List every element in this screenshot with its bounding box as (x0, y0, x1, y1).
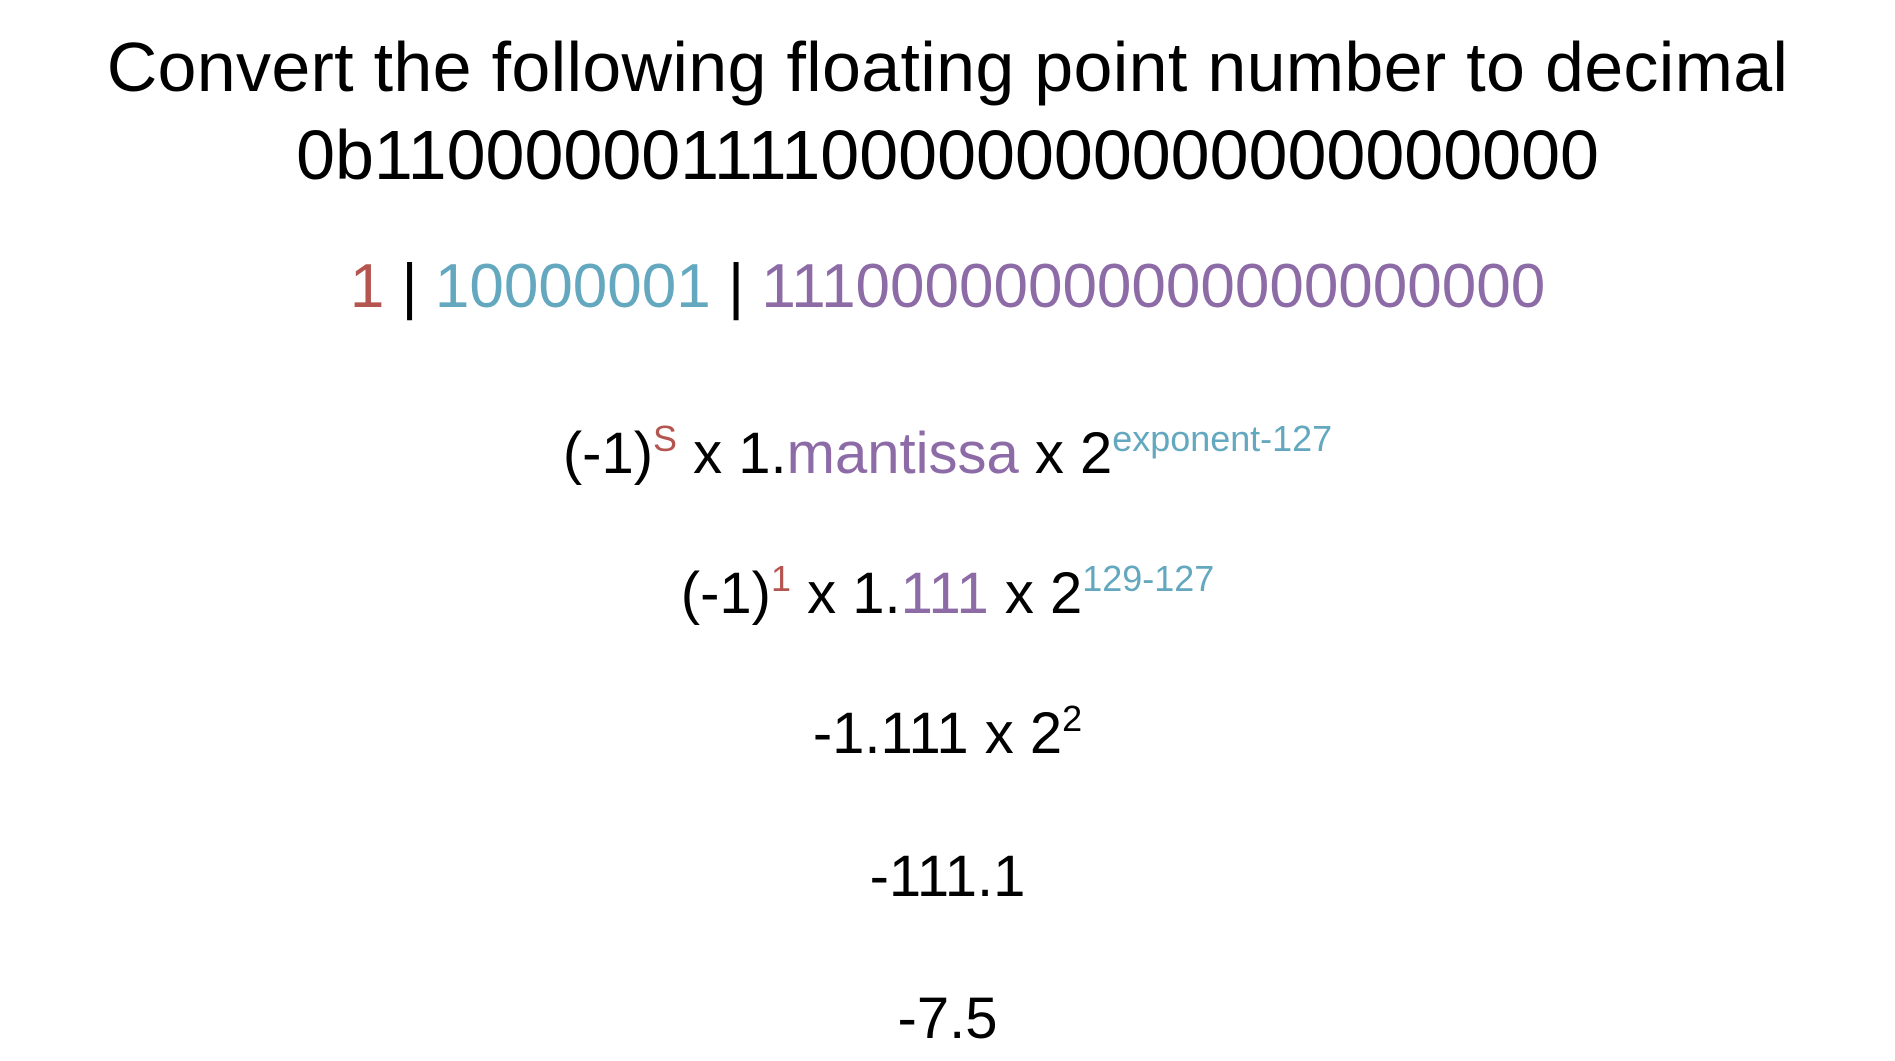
general-formula: (-1)S x 1.mantissa x 2exponent-127 (0, 420, 1895, 483)
step3-exponent-superscript: 2 (1062, 697, 1083, 739)
separator-2: | (727, 252, 745, 321)
step3-text: -1.111 x 2 (812, 701, 1063, 766)
step2-exponent-superscript: 129-127 (1082, 557, 1215, 599)
formula-exponent-superscript: exponent-127 (1112, 417, 1333, 459)
substituted-formula: (-1)1 x 1.111 x 2129-127 (0, 560, 1895, 623)
step2-mantissa-value: 111 (900, 561, 989, 626)
title-heading: Convert the following floating point num… (106, 28, 1789, 106)
mantissa-bits: 11100000000000000000000 (761, 252, 1546, 321)
formula-times-1: x 1. (677, 421, 787, 486)
step2-base: (-1) (680, 561, 771, 626)
formula-sign-superscript: S (653, 417, 678, 459)
exponent-bits: 10000001 (434, 252, 711, 321)
separator-1: | (401, 252, 418, 321)
binary-number: 0b11000000111100000000000000000000 (296, 116, 1599, 194)
formula-mantissa-word: mantissa (786, 421, 1019, 486)
step2-sign-superscript: 1 (770, 557, 791, 599)
bit-split-row: 1 | 10000001 | 11100000000000000000000 (0, 256, 1895, 318)
step2-times-2: x 2 (988, 561, 1083, 626)
shifted-binary-value: -111.1 (869, 844, 1026, 909)
step2-times-1: x 1. (790, 561, 901, 626)
sign-bit: 1 (349, 252, 385, 321)
formula-base: (-1) (562, 421, 654, 486)
decimal-result: -7.5 (897, 986, 998, 1051)
formula-times-2: x 2 (1018, 421, 1113, 486)
simplified-formula: -1.111 x 22 (0, 700, 1895, 763)
